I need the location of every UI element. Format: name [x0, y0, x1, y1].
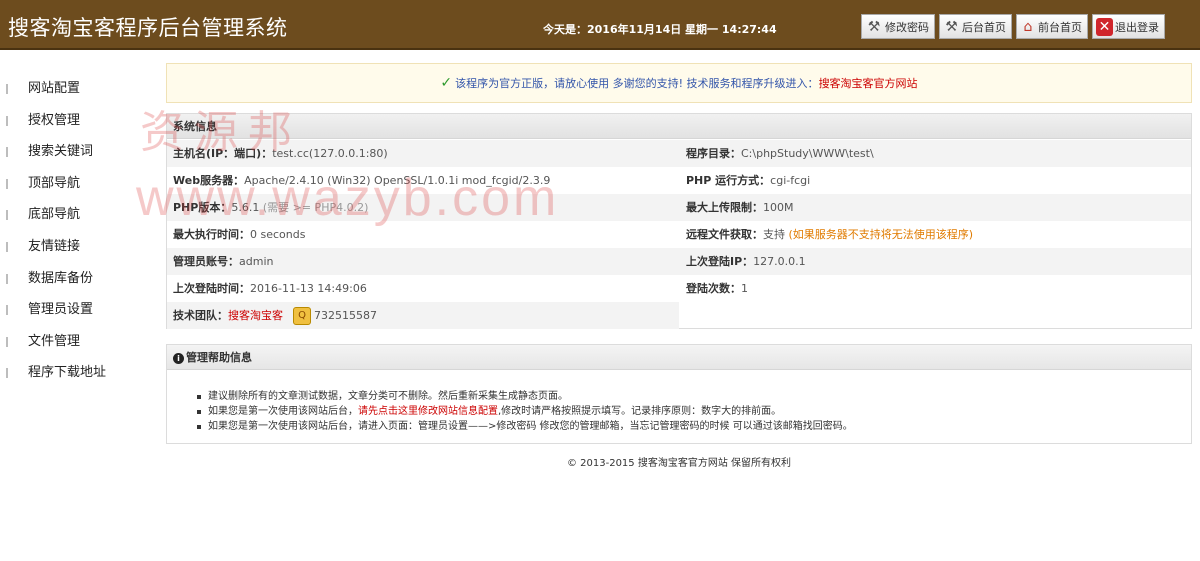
sidebar-item-site-config[interactable]: 网站配置: [0, 75, 150, 107]
sidebar-item-db-backup[interactable]: 数据库备份: [0, 265, 150, 297]
php-mode-cell: PHP 运行方式：cgi-fcgi: [679, 167, 1191, 194]
info-row: 最大执行时间：0 seconds 远程文件获取：支持 (如果服务器不支持将无法使…: [167, 221, 1191, 248]
change-password-button[interactable]: ⚒ 修改密码: [861, 14, 935, 39]
login-count-label: 登陆次数：: [686, 282, 741, 295]
host-value: test.cc(127.0.0.1:80): [272, 147, 388, 160]
tools-icon: ⚒: [867, 18, 881, 35]
sidebar-item-friend-links[interactable]: 友情链接: [0, 233, 150, 265]
info-row: PHP版本：5.6.1 (需要 >= PHP4.0.2) 最大上传限制：100M: [167, 194, 1191, 221]
top-header: 搜客淘宝客程序后台管理系统 今天是：2016年11月14日 星期一 14:27:…: [0, 0, 1200, 50]
info-row: 技术团队：搜客淘宝客 Q 732515587: [167, 302, 1191, 329]
tech-team-cell: 技术团队：搜客淘宝客 Q 732515587: [167, 302, 679, 329]
info-row: Web服务器：Apache/2.4.10 (Win32) OpenSSL/1.0…: [167, 167, 1191, 194]
last-login-time-label: 上次登陆时间：: [173, 282, 250, 295]
sidebar-item-license[interactable]: 授权管理: [0, 107, 150, 139]
remote-fetch-label: 远程文件获取：: [686, 228, 763, 241]
tools-icon: ⚒: [945, 18, 958, 35]
official-site-link[interactable]: 搜客淘宝客官方网站: [819, 77, 918, 90]
admin-help-panel: i 管理帮助信息 建议删除所有的文章测试数据，文章分类可不删除。然后重新采集生成静…: [166, 344, 1192, 444]
admin-home-button[interactable]: ⚒ 后台首页: [939, 14, 1012, 39]
change-password-label: 修改密码: [885, 20, 929, 34]
sidebar-item-admin-settings[interactable]: 管理员设置: [0, 296, 150, 328]
last-login-time-value: 2016-11-13 14:49:06: [250, 282, 367, 295]
web-server-label: Web服务器：: [173, 174, 245, 187]
app-title: 搜客淘宝客程序后台管理系统: [8, 16, 288, 40]
exec-time-value: 0 seconds: [250, 228, 306, 241]
php-version-requirement: (需要 >= PHP4.0.2): [262, 201, 369, 214]
edit-site-config-link[interactable]: 请先点击这里修改网站信息配置: [358, 406, 498, 417]
help-item-2-post: ,修改时请严格按照提示填写。记录排序原则：数字大的排前面。: [498, 406, 782, 417]
check-icon: ✓: [440, 75, 453, 91]
admin-help-title: 管理帮助信息: [186, 351, 252, 364]
upload-limit-value: 100M: [763, 201, 794, 214]
php-version-value: 5.6.1: [231, 201, 260, 214]
last-ip-label: 上次登陆IP：: [686, 255, 754, 268]
current-date: 今天是：2016年11月14日 星期一 14:27:44: [543, 23, 777, 36]
remote-fetch-value: 支持: [763, 228, 785, 241]
admin-home-label: 后台首页: [962, 20, 1006, 34]
tech-team-link[interactable]: 搜客淘宝客: [228, 309, 283, 322]
php-version-label: PHP版本：: [173, 201, 232, 214]
dir-cell: 程序目录：C:\phpStudy\WWW\test\: [679, 140, 1191, 167]
last-login-time-cell: 上次登陆时间：2016-11-13 14:49:06: [167, 275, 679, 302]
system-info-title: 系统信息: [167, 114, 1191, 139]
home-icon: ⌂: [1023, 18, 1033, 35]
help-item-2: 如果您是第一次使用该网站后台，请先点击这里修改网站信息配置,修改时请严格按照提示…: [197, 404, 1191, 419]
system-info-panel: 系统信息 主机名(IP：端口)：test.cc(127.0.0.1:80) 程序…: [166, 113, 1192, 329]
frontend-home-label: 前台首页: [1038, 20, 1082, 34]
help-list: 建议删除所有的文章测试数据，文章分类可不删除。然后重新采集生成静态页面。 如果您…: [167, 370, 1191, 434]
logout-button[interactable]: ✕ 退出登录: [1092, 14, 1165, 39]
tech-team-label: 技术团队：: [173, 309, 228, 322]
info-row: 主机名(IP：端口)：test.cc(127.0.0.1:80) 程序目录：C:…: [167, 140, 1191, 167]
dir-label: 程序目录：: [686, 147, 741, 160]
exec-time-label: 最大执行时间：: [173, 228, 250, 241]
login-count-value: 1: [741, 282, 748, 295]
upload-limit-label: 最大上传限制：: [686, 201, 763, 214]
web-server-cell: Web服务器：Apache/2.4.10 (Win32) OpenSSL/1.0…: [167, 167, 679, 194]
upload-limit-cell: 最大上传限制：100M: [679, 194, 1191, 221]
login-count-cell: 登陆次数：1: [679, 275, 1191, 302]
sidebar-item-bottom-nav[interactable]: 底部导航: [0, 201, 150, 233]
sidebar-item-top-nav[interactable]: 顶部导航: [0, 170, 150, 202]
sidebar-item-file-manager[interactable]: 文件管理: [0, 328, 150, 360]
php-version-cell: PHP版本：5.6.1 (需要 >= PHP4.0.2): [167, 194, 679, 221]
host-label: 主机名(IP：端口)：: [173, 147, 273, 160]
frontend-home-button[interactable]: ⌂ 前台首页: [1016, 14, 1088, 39]
official-notice: ✓ 该程序为官方正版，请放心使用 多谢您的支持! 技术服务和程序升级进入：搜客淘宝…: [166, 63, 1192, 103]
dir-value: C:\phpStudy\WWW\test\: [741, 147, 874, 160]
help-item-2-pre: 如果您是第一次使用该网站后台，: [208, 406, 358, 417]
admin-help-header: i 管理帮助信息: [167, 345, 1191, 370]
help-item-3: 如果您是第一次使用该网站后台，请进入页面：管理员设置——>修改密码 修改您的管理…: [197, 419, 1191, 434]
php-mode-value: cgi-fcgi: [770, 174, 811, 187]
notice-text: 该程序为官方正版，请放心使用 多谢您的支持! 技术服务和程序升级进入：: [455, 77, 819, 90]
last-ip-value: 127.0.0.1: [753, 255, 806, 268]
admin-account-cell: 管理员账号：admin: [167, 248, 679, 275]
host-cell: 主机名(IP：端口)：test.cc(127.0.0.1:80): [167, 140, 679, 167]
last-ip-cell: 上次登陆IP：127.0.0.1: [679, 248, 1191, 275]
remote-fetch-cell: 远程文件获取：支持 (如果服务器不支持将无法使用该程序): [679, 221, 1191, 248]
help-item-1: 建议删除所有的文章测试数据，文章分类可不删除。然后重新采集生成静态页面。: [197, 389, 1191, 404]
info-icon: i: [173, 353, 184, 364]
qq-number: 732515587: [314, 309, 377, 322]
copyright-footer: © 2013-2015 搜客淘宝客官方网站 保留所有权利: [566, 458, 792, 469]
info-row: 上次登陆时间：2016-11-13 14:49:06 登陆次数：1: [167, 275, 1191, 302]
sidebar-item-search-keywords[interactable]: 搜索关键词: [0, 138, 150, 170]
close-icon: ✕: [1096, 17, 1113, 36]
qq-icon[interactable]: Q: [293, 307, 311, 325]
admin-account-value: admin: [239, 255, 274, 268]
logout-label: 退出登录: [1115, 20, 1159, 34]
sidebar-nav: 网站配置 授权管理 搜索关键词 顶部导航 底部导航 友情链接 数据库备份 管理员…: [0, 75, 150, 391]
remote-fetch-note: (如果服务器不支持将无法使用该程序): [788, 228, 974, 241]
header-buttons: ⚒ 修改密码 ⚒ 后台首页 ⌂ 前台首页 ✕ 退出登录: [861, 14, 1165, 39]
web-server-value: Apache/2.4.10 (Win32) OpenSSL/1.0.1i mod…: [244, 174, 551, 187]
admin-account-label: 管理员账号：: [173, 255, 239, 268]
sidebar-item-download[interactable]: 程序下载地址: [0, 359, 150, 391]
exec-time-cell: 最大执行时间：0 seconds: [167, 221, 679, 248]
php-mode-label: PHP 运行方式：: [686, 174, 771, 187]
info-row: 管理员账号：admin 上次登陆IP：127.0.0.1: [167, 248, 1191, 275]
